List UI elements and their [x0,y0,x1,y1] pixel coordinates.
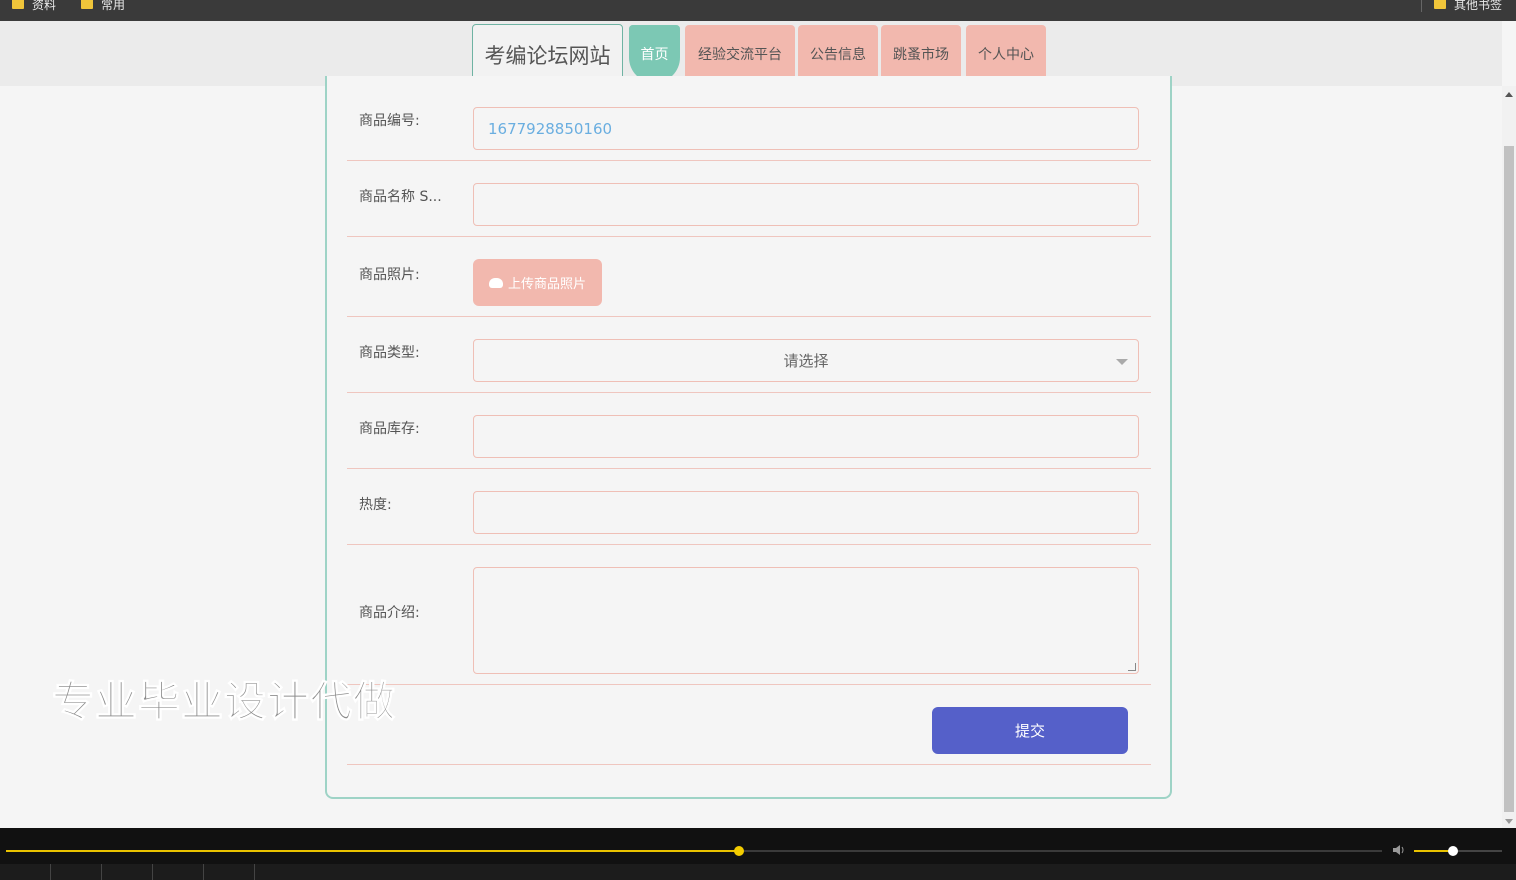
heat-label: 热度: [359,494,392,514]
bookmark-divider [1421,0,1422,12]
nav-item-announcements[interactable]: 公告信息 [798,25,878,83]
nav-item-flea-market[interactable]: 跳蚤市场 [881,25,961,83]
strip-divider [50,864,51,880]
nav-item-home[interactable]: 首页 [629,25,680,83]
bookmark-folder-1[interactable]: 常用 [81,0,125,11]
scroll-down-icon[interactable] [1505,819,1513,824]
folder-icon [81,0,93,9]
goods-type-placeholder: 请选择 [783,350,828,371]
player-bottom-strip [0,864,1516,880]
nav-item-personal-center[interactable]: 个人中心 [966,25,1046,83]
goods-no-input[interactable]: 1677928850160 [473,107,1139,150]
goods-name-label: 商品名称 S... [359,186,442,206]
intro-textarea[interactable] [473,567,1139,674]
volume-knob[interactable] [1448,846,1458,856]
scroll-up-icon[interactable] [1505,92,1513,97]
strip-divider [152,864,153,880]
folder-icon [12,0,24,9]
form-row-divider [347,160,1151,161]
bookmark-label: 其他书签 [1454,0,1502,13]
submit-button[interactable]: 提交 [932,707,1128,754]
form-row-divider [347,684,1151,685]
goods-type-select[interactable]: 请选择 [473,339,1139,382]
form-row-divider [347,236,1151,237]
goods-name-input[interactable] [473,183,1139,226]
goods-type-label: 商品类型: [359,342,420,362]
bookmark-label: 常用 [101,0,125,13]
bookmark-folder-0[interactable]: 资料 [12,0,56,11]
form-row-divider [347,544,1151,545]
form-row-divider [347,392,1151,393]
form-row-divider [347,316,1151,317]
watermark-text: 专业毕业设计代做 [52,668,396,729]
volume-icon[interactable] [1392,844,1406,856]
nav-item-experience[interactable]: 经验交流平台 [685,25,795,83]
goods-no-label: 商品编号: [359,110,420,130]
progress-played [6,850,739,852]
strip-divider [101,864,102,880]
chevron-down-icon [1116,359,1128,365]
stock-input[interactable] [473,415,1139,458]
strip-divider [254,864,255,880]
upload-photo-label: 上传商品照片 [508,273,586,292]
scroll-thumb[interactable] [1504,146,1514,812]
bookmark-label: 资料 [32,0,56,13]
intro-label: 商品介绍: [359,602,420,622]
vertical-scrollbar[interactable] [1502,86,1516,828]
progress-knob[interactable] [734,846,744,856]
resize-handle-icon[interactable] [1128,663,1136,671]
upload-photo-button[interactable]: 上传商品照片 [473,259,602,306]
folder-icon [1434,0,1446,9]
bookmarks-bar: 资料 常用 其他书签 [0,0,1516,21]
cloud-upload-icon [489,278,503,288]
video-player-bar [0,828,1516,880]
heat-input[interactable] [473,491,1139,534]
strip-divider [203,864,204,880]
form-row-divider [347,468,1151,469]
form-row-divider [347,764,1151,765]
goods-photo-label: 商品照片: [359,264,420,284]
stock-label: 商品库存: [359,418,420,438]
bookmark-folder-other[interactable]: 其他书签 [1434,0,1502,11]
